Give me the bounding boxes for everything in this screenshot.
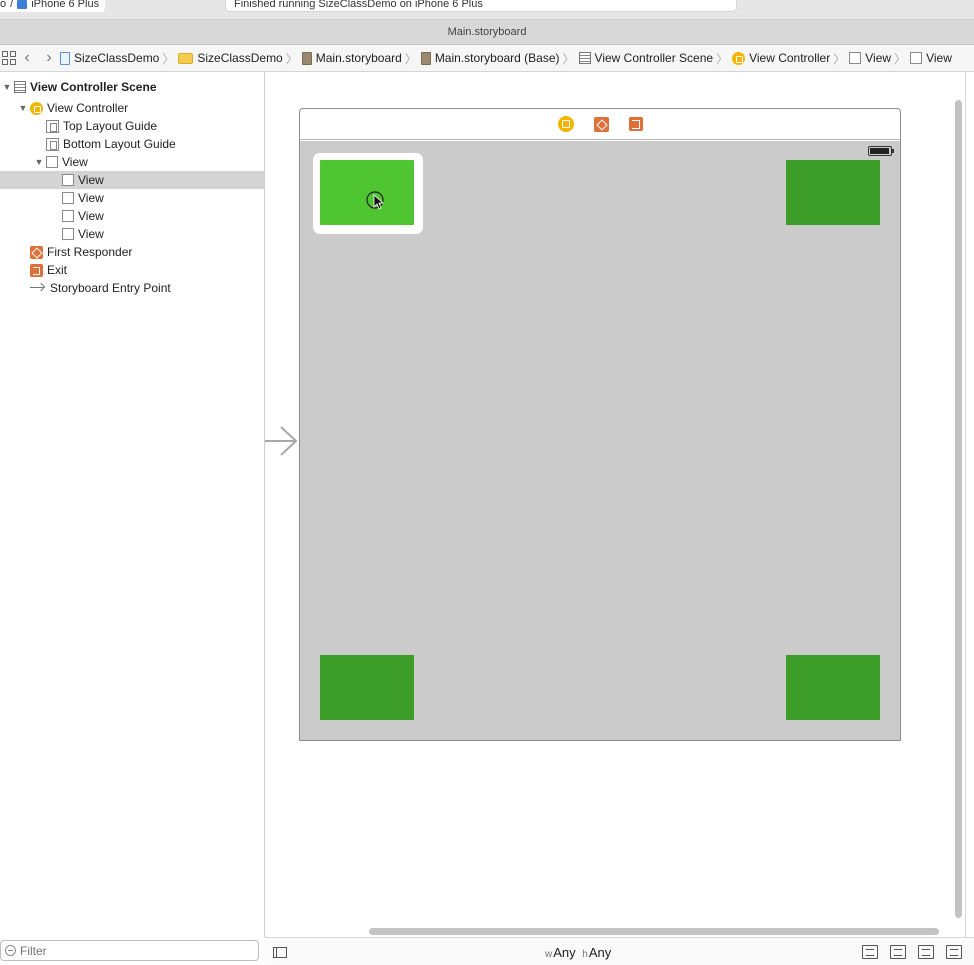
green-view-top-left[interactable] — [320, 160, 414, 225]
green-view-bottom-left[interactable] — [320, 655, 414, 720]
toolbar: o / iPhone 6 Plus Finished running SizeC… — [0, 0, 974, 20]
storyboard-entry-arrow[interactable] — [265, 425, 301, 459]
canvas-bottom-bar: wAny hAny — [265, 937, 974, 965]
outline-item-top-layout-guide[interactable]: Top Layout Guide — [0, 117, 264, 135]
filter-icon — [5, 945, 16, 956]
back-chevron-icon[interactable]: ‹ — [16, 49, 38, 67]
outline-item-view-3[interactable]: View — [0, 207, 264, 225]
view-icon — [62, 174, 74, 186]
crumb-separator: 〉 — [404, 51, 417, 66]
crumb-project[interactable]: SizeClassDemo — [60, 51, 159, 65]
filter-input[interactable] — [20, 943, 240, 958]
stack-icon[interactable] — [890, 945, 906, 959]
crumb-separator: 〉 — [894, 51, 907, 66]
jump-bar: ‹ › SizeClassDemo 〉 SizeClassDemo 〉 Main… — [0, 45, 974, 72]
view-controller-icon[interactable] — [557, 116, 574, 132]
crumb-separator: 〉 — [562, 51, 575, 66]
scene-dock — [300, 109, 900, 140]
view-icon — [849, 52, 862, 64]
utilities-edge — [965, 72, 974, 965]
scheme-separator: / — [10, 0, 14, 10]
pin-icon[interactable] — [918, 945, 934, 959]
crumb-view-controller[interactable]: View Controller — [732, 51, 830, 65]
scheme-prefix: o — [0, 0, 7, 10]
outline-item-first-responder[interactable]: First Responder — [0, 243, 264, 261]
view-icon — [62, 210, 74, 222]
first-responder-cube-icon — [30, 245, 43, 259]
crumb-storyboard-base[interactable]: Main.storyboard (Base) — [420, 51, 560, 65]
resolve-issues-icon[interactable] — [946, 945, 962, 959]
outline-filter[interactable] — [0, 940, 259, 961]
activity-status: Finished running SizeClassDemo on iPhone… — [225, 0, 737, 12]
battery-icon — [868, 146, 894, 156]
crumb-view[interactable]: View — [849, 51, 891, 65]
outline-item-view-4[interactable]: View — [0, 225, 264, 243]
outline-item-root-view[interactable]: ▼ View — [0, 153, 264, 171]
outline-toggle-icon[interactable] — [273, 947, 287, 958]
outline-item-scene[interactable]: ▼ View Controller Scene — [0, 78, 264, 96]
horizontal-scrollbar[interactable] — [369, 928, 939, 935]
device-name: iPhone 6 Plus — [31, 0, 100, 10]
view-controller-icon — [732, 51, 746, 65]
disclosure-triangle-icon[interactable]: ▼ — [2, 82, 12, 92]
exit-icon — [30, 263, 43, 277]
folder-icon — [178, 52, 194, 64]
view-icon — [910, 52, 923, 64]
related-items-icon[interactable] — [2, 51, 16, 65]
outline-item-view-2[interactable]: View — [0, 189, 264, 207]
view-icon — [62, 192, 74, 204]
first-responder-cube-icon[interactable] — [593, 116, 609, 132]
outline-item-exit[interactable]: Exit — [0, 261, 264, 279]
scene-icon — [14, 81, 26, 93]
layout-guide-icon — [46, 137, 59, 151]
storyboard-icon — [420, 51, 431, 65]
crumb-storyboard[interactable]: Main.storyboard — [301, 51, 402, 65]
vertical-scrollbar[interactable] — [955, 100, 962, 918]
disclosure-triangle-icon[interactable]: ▼ — [34, 157, 44, 167]
forward-chevron-icon[interactable]: › — [38, 49, 60, 67]
disclosure-triangle-icon[interactable]: ▼ — [18, 103, 28, 113]
document-outline: ▼ View Controller Scene ▼ View Controlle… — [0, 72, 265, 937]
project-file-icon — [60, 51, 70, 65]
view-controller-scene[interactable] — [299, 108, 901, 741]
crumb-separator: 〉 — [833, 51, 846, 66]
crumb-separator: 〉 — [285, 51, 298, 66]
storyboard-icon — [301, 51, 312, 65]
green-view-bottom-right[interactable] — [786, 655, 880, 720]
crumb-view-selected[interactable]: View — [910, 51, 952, 65]
entry-arrow-icon — [30, 282, 46, 294]
cursor-icon — [366, 191, 385, 210]
scheme-selector[interactable]: o / iPhone 6 Plus — [0, 0, 106, 12]
crumb-scene[interactable]: View Controller Scene — [578, 51, 713, 65]
outline-item-view-1[interactable]: View — [0, 171, 264, 189]
root-view[interactable] — [300, 141, 900, 740]
update-frames-icon[interactable] — [862, 945, 878, 959]
crumb-separator: 〉 — [162, 51, 175, 66]
view-controller-icon — [30, 101, 43, 115]
outline-item-view-controller[interactable]: ▼ View Controller — [0, 99, 264, 117]
view-icon — [62, 228, 74, 240]
layout-guide-icon — [46, 119, 59, 133]
crumb-separator: 〉 — [716, 51, 729, 66]
iphone-icon — [17, 0, 28, 9]
editor-tab-title[interactable]: Main.storyboard — [0, 20, 974, 45]
view-icon — [46, 156, 58, 168]
size-class-control[interactable]: wAny hAny — [545, 945, 614, 960]
scene-icon — [578, 52, 591, 64]
crumb-group[interactable]: SizeClassDemo — [178, 51, 283, 65]
green-view-top-right[interactable] — [786, 160, 880, 225]
outline-item-entry-point[interactable]: Storyboard Entry Point — [0, 279, 264, 297]
outline-item-bottom-layout-guide[interactable]: Bottom Layout Guide — [0, 135, 264, 153]
exit-icon[interactable] — [628, 117, 643, 131]
